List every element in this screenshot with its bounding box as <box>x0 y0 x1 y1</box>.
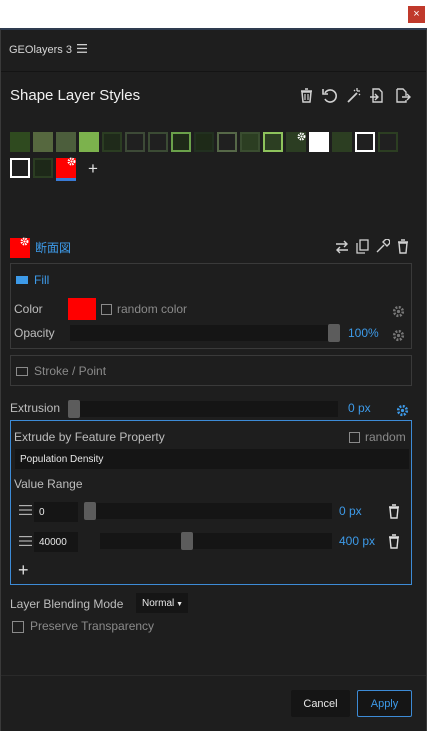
drag-handle-icon[interactable] <box>19 536 32 546</box>
style-name[interactable]: 断面図 <box>35 239 71 256</box>
gear-icon[interactable] <box>392 329 405 342</box>
random-color-checkbox[interactable] <box>101 304 112 315</box>
cancel-button[interactable]: Cancel <box>291 690 350 717</box>
selection-indicator <box>56 178 76 181</box>
range-value[interactable]: 400 px <box>339 534 375 548</box>
style-preset[interactable] <box>217 132 237 152</box>
feature-property-dropdown[interactable]: Population Density <box>15 449 409 469</box>
preserve-transparency-checkbox[interactable] <box>12 621 24 633</box>
value-range-label: Value Range <box>14 477 83 491</box>
feature-extrusion-label: Extrude by Feature Property <box>14 430 165 444</box>
style-preset[interactable] <box>79 132 99 152</box>
style-preset[interactable] <box>125 132 145 152</box>
gear-icon[interactable] <box>392 305 405 318</box>
gear-icon[interactable] <box>396 404 409 417</box>
range-input[interactable]: 40000 <box>34 532 78 552</box>
style-preset[interactable] <box>240 132 260 152</box>
range-slider-thumb[interactable] <box>84 502 96 520</box>
gear-badge-icon <box>67 157 76 166</box>
fill-label[interactable]: Fill <box>34 273 49 287</box>
range-slider-track[interactable] <box>100 533 332 549</box>
style-preset[interactable] <box>33 158 53 178</box>
panel-header: GEOlayers 3 <box>1 30 426 72</box>
close-icon: × <box>413 8 420 20</box>
app-title: GEOlayers 3 <box>9 44 72 56</box>
import-icon[interactable] <box>369 87 386 104</box>
export-icon[interactable] <box>394 87 411 104</box>
random-color-label: random color <box>117 302 188 316</box>
apply-button[interactable]: Apply <box>357 690 412 717</box>
style-preset[interactable] <box>378 132 398 152</box>
add-range-button[interactable]: + <box>18 561 29 579</box>
blending-mode-dropdown[interactable]: Normal ▼ <box>136 593 188 613</box>
blending-mode-label: Layer Blending Mode <box>10 597 124 611</box>
style-preset[interactable] <box>171 132 191 152</box>
style-preset[interactable] <box>33 132 53 152</box>
style-preset[interactable] <box>355 132 375 152</box>
preserve-transparency-label: Preserve Transparency <box>30 619 155 633</box>
hamburger-menu-icon[interactable] <box>77 44 87 53</box>
trash-icon[interactable] <box>387 534 401 549</box>
style-preset[interactable] <box>309 132 329 152</box>
close-button[interactable]: × <box>408 6 425 23</box>
extrusion-label: Extrusion <box>10 401 61 415</box>
color-label: Color <box>14 302 43 316</box>
copy-icon[interactable] <box>356 239 369 254</box>
style-preset[interactable] <box>263 132 283 152</box>
geolayers-panel: GEOlayers 3 Shape Layer Styles + 断面図 Fil… <box>0 28 427 731</box>
drag-handle-icon[interactable] <box>19 505 32 515</box>
undo-icon[interactable] <box>321 87 338 104</box>
opacity-slider-thumb[interactable] <box>328 324 340 342</box>
trash-icon[interactable] <box>298 87 315 104</box>
style-preset[interactable] <box>10 132 30 152</box>
opacity-label: Opacity <box>14 326 55 340</box>
gear-badge-icon <box>297 132 306 141</box>
random-label: random <box>365 430 406 444</box>
style-preset[interactable] <box>10 158 30 178</box>
extrusion-slider-thumb[interactable] <box>68 400 80 418</box>
footer-divider <box>1 675 426 676</box>
style-preset[interactable] <box>332 132 352 152</box>
opacity-slider-track[interactable] <box>70 325 340 341</box>
trash-icon[interactable] <box>396 239 410 254</box>
style-preset[interactable] <box>148 132 168 152</box>
random-checkbox[interactable] <box>349 432 360 443</box>
style-preset[interactable] <box>102 132 122 152</box>
style-preset[interactable] <box>56 132 76 152</box>
style-preset[interactable] <box>194 132 214 152</box>
stroke-checkbox[interactable] <box>16 367 28 376</box>
eyedropper-icon[interactable] <box>375 239 390 254</box>
blending-mode-value: Normal <box>142 598 175 609</box>
stroke-label[interactable]: Stroke / Point <box>34 364 106 378</box>
range-input[interactable]: 0 <box>34 502 78 522</box>
trash-icon[interactable] <box>387 504 401 519</box>
page-title: Shape Layer Styles <box>10 87 141 104</box>
range-value[interactable]: 0 px <box>339 504 362 518</box>
chevron-down-icon: ▼ <box>174 601 184 608</box>
swap-icon[interactable] <box>335 240 349 254</box>
add-preset-button[interactable]: + <box>88 160 98 177</box>
range-slider-thumb[interactable] <box>181 532 194 550</box>
extrusion-value[interactable]: 0 px <box>348 401 371 415</box>
gear-badge-icon <box>20 237 29 246</box>
fill-checkbox[interactable] <box>16 276 28 284</box>
extrusion-slider-track[interactable] <box>68 401 338 417</box>
opacity-value[interactable]: 100% <box>348 326 379 340</box>
fill-color-swatch[interactable] <box>68 298 96 320</box>
magic-wand-icon[interactable] <box>345 87 362 104</box>
range-slider-track[interactable] <box>84 503 332 519</box>
